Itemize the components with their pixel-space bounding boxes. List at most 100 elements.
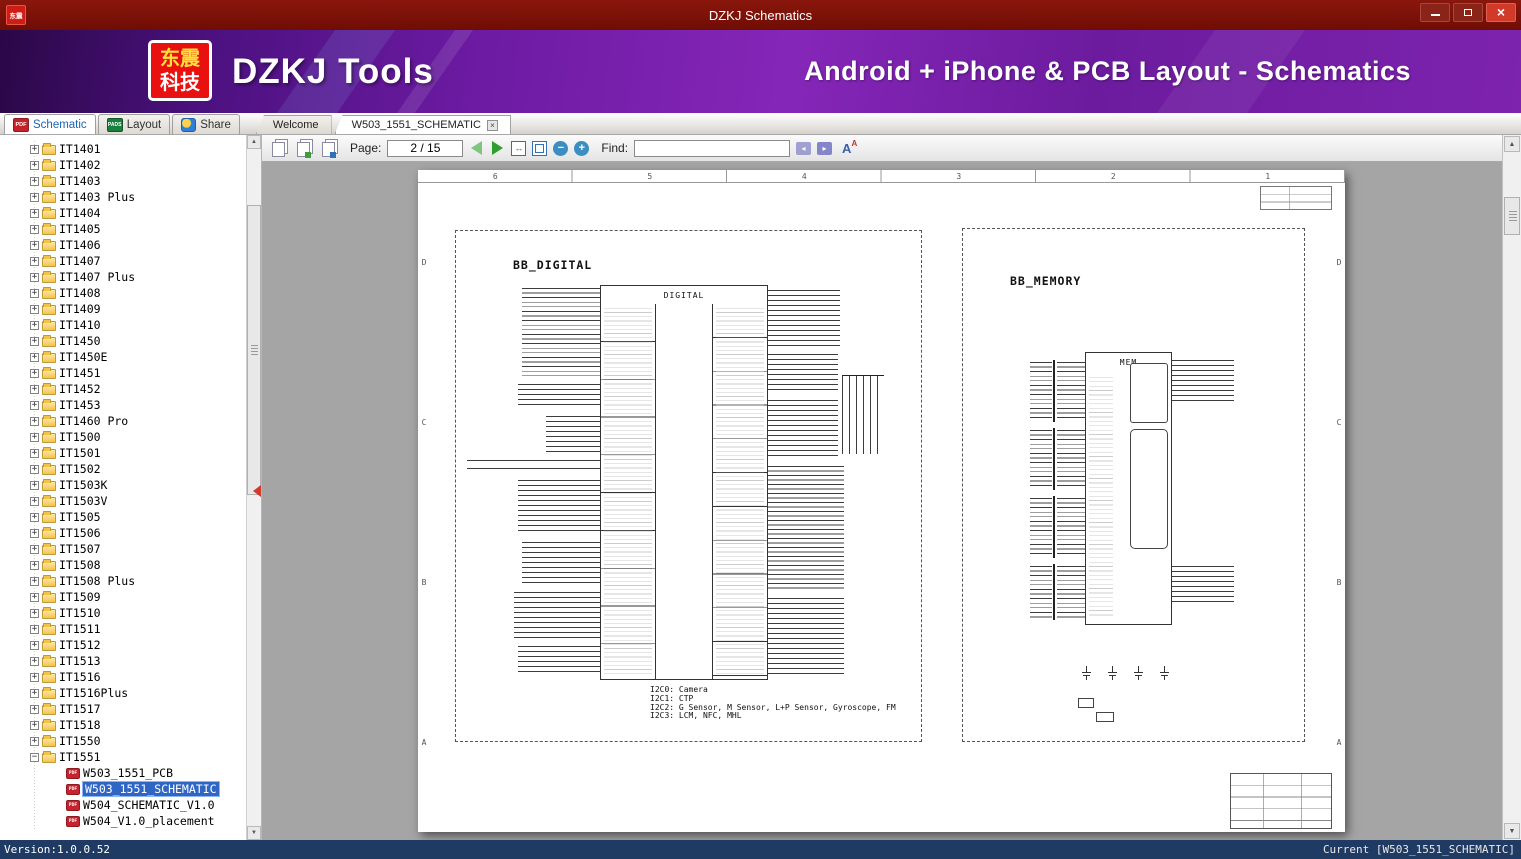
- expand-icon[interactable]: [30, 368, 39, 378]
- tree-folder-expanded[interactable]: IT1551: [0, 749, 246, 765]
- close-button[interactable]: [1486, 2, 1516, 22]
- expand-icon[interactable]: [30, 512, 39, 522]
- tree-folder[interactable]: IT1508 Plus: [0, 573, 246, 589]
- tree-folder[interactable]: IT1460 Pro: [0, 413, 246, 429]
- collapse-icon[interactable]: [30, 752, 39, 762]
- doc-tab-welcome[interactable]: Welcome: [255, 115, 332, 134]
- tree-folder[interactable]: IT1404: [0, 205, 246, 221]
- expand-icon[interactable]: [30, 640, 39, 650]
- tree-folder[interactable]: IT1505: [0, 509, 246, 525]
- tree-folder[interactable]: IT1512: [0, 637, 246, 653]
- tree-folder[interactable]: IT1501: [0, 445, 246, 461]
- tree-folder[interactable]: IT1450: [0, 333, 246, 349]
- tree-folder[interactable]: IT1451: [0, 365, 246, 381]
- tree-folder[interactable]: IT1508: [0, 557, 246, 573]
- tree-folder[interactable]: IT1503V: [0, 493, 246, 509]
- tree-folder[interactable]: IT1517: [0, 701, 246, 717]
- doc-tab-schematic[interactable]: W503_1551_SCHEMATIC: [334, 115, 511, 134]
- expand-icon[interactable]: [30, 624, 39, 634]
- expand-icon[interactable]: [30, 400, 39, 410]
- minimize-button[interactable]: [1420, 2, 1450, 22]
- expand-icon[interactable]: [30, 432, 39, 442]
- expand-icon[interactable]: [30, 160, 39, 170]
- tree-folder[interactable]: IT1450E: [0, 349, 246, 365]
- expand-icon[interactable]: [30, 592, 39, 602]
- tree-pdf-item[interactable]: PDF W503_1551_PCB: [0, 765, 246, 781]
- tree-pdf-item[interactable]: PDF W504_SCHEMATIC_V1.0: [0, 797, 246, 813]
- page-copy-icon[interactable]: [297, 141, 311, 158]
- tree-folder[interactable]: IT1403: [0, 173, 246, 189]
- expand-icon[interactable]: [30, 672, 39, 682]
- fit-page-icon[interactable]: [532, 140, 548, 156]
- previous-page-icon[interactable]: [471, 141, 483, 155]
- expand-icon[interactable]: [30, 496, 39, 506]
- tree-folder[interactable]: IT1506: [0, 525, 246, 541]
- expand-icon[interactable]: [30, 336, 39, 346]
- tree-folder[interactable]: IT1503K: [0, 477, 246, 493]
- next-page-icon[interactable]: [492, 141, 504, 155]
- scroll-down-icon[interactable]: [247, 826, 261, 840]
- maximize-button[interactable]: [1453, 2, 1483, 22]
- expand-icon[interactable]: [30, 480, 39, 490]
- tree-folder[interactable]: IT1511: [0, 621, 246, 637]
- tree-folder[interactable]: IT1513: [0, 653, 246, 669]
- viewer-scroll-thumb[interactable]: [1504, 197, 1520, 235]
- tab-share[interactable]: Share: [172, 114, 240, 134]
- tree-folder[interactable]: IT1516: [0, 669, 246, 685]
- tree-folder[interactable]: IT1403 Plus: [0, 189, 246, 205]
- tree-folder[interactable]: IT1516Plus: [0, 685, 246, 701]
- expand-icon[interactable]: [30, 560, 39, 570]
- expand-icon[interactable]: [30, 176, 39, 186]
- viewer-scrollbar[interactable]: [1502, 135, 1521, 840]
- expand-icon[interactable]: [30, 352, 39, 362]
- tree-folder[interactable]: IT1550: [0, 733, 246, 749]
- scroll-down-icon[interactable]: [1504, 823, 1520, 839]
- expand-icon[interactable]: [30, 704, 39, 714]
- expand-icon[interactable]: [30, 208, 39, 218]
- tree-folder[interactable]: IT1500: [0, 429, 246, 445]
- page-number-input[interactable]: [387, 139, 464, 157]
- tree-folder[interactable]: IT1452: [0, 381, 246, 397]
- find-next-icon[interactable]: [817, 141, 833, 155]
- tree-folder[interactable]: IT1407: [0, 253, 246, 269]
- expand-icon[interactable]: [30, 192, 39, 202]
- find-input[interactable]: [634, 139, 791, 157]
- expand-icon[interactable]: [30, 416, 39, 426]
- expand-icon[interactable]: [30, 544, 39, 554]
- expand-icon[interactable]: [30, 608, 39, 618]
- text-size-icon[interactable]: A A: [842, 139, 857, 156]
- tree-folder[interactable]: IT1406: [0, 237, 246, 253]
- expand-icon[interactable]: [30, 304, 39, 314]
- tree-folder[interactable]: IT1518: [0, 717, 246, 733]
- expand-icon[interactable]: [30, 384, 39, 394]
- tree-folder[interactable]: IT1510: [0, 605, 246, 621]
- expand-icon[interactable]: [30, 320, 39, 330]
- pdf-viewer[interactable]: 654321 DCBA DCBA BB_DIGITAL DIGITAL BB_M…: [262, 162, 1502, 840]
- tree-folder[interactable]: IT1410: [0, 317, 246, 333]
- tree-folder[interactable]: IT1507: [0, 541, 246, 557]
- find-previous-icon[interactable]: [796, 141, 812, 155]
- expand-icon[interactable]: [30, 720, 39, 730]
- tab-layout[interactable]: PADS Layout: [97, 114, 171, 134]
- expand-icon[interactable]: [30, 656, 39, 666]
- sidebar-collapse-arrow[interactable]: [253, 485, 261, 497]
- expand-icon[interactable]: [30, 688, 39, 698]
- page-layout-icon[interactable]: [272, 141, 285, 157]
- scroll-up-icon[interactable]: [1504, 136, 1520, 152]
- tree-folder[interactable]: IT1453: [0, 397, 246, 413]
- expand-icon[interactable]: [30, 448, 39, 458]
- scroll-up-icon[interactable]: [247, 135, 261, 149]
- tree-pdf-item[interactable]: PDF W504_V1.0_placement: [0, 813, 246, 829]
- expand-icon[interactable]: [30, 144, 39, 154]
- expand-icon[interactable]: [30, 528, 39, 538]
- expand-icon[interactable]: [30, 240, 39, 250]
- expand-icon[interactable]: [30, 272, 39, 282]
- expand-icon[interactable]: [30, 736, 39, 746]
- close-tab-icon[interactable]: [486, 119, 498, 131]
- zoom-out-icon[interactable]: [553, 140, 569, 156]
- sidebar-scroll-thumb[interactable]: [247, 205, 261, 495]
- expand-icon[interactable]: [30, 256, 39, 266]
- tab-schematic[interactable]: PDF Schematic: [4, 114, 96, 134]
- tree-folder[interactable]: IT1405: [0, 221, 246, 237]
- page-view-icon[interactable]: [322, 141, 336, 158]
